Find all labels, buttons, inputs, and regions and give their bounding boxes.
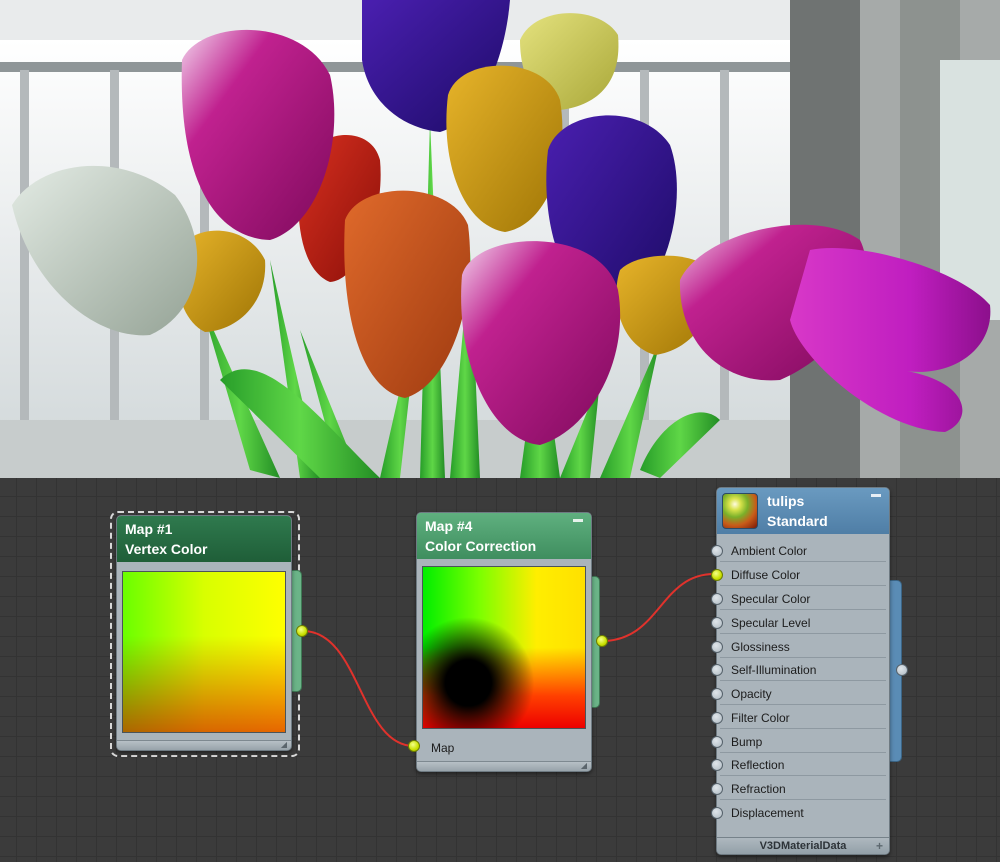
tulip-render — [0, 0, 1000, 478]
node-title: tulips — [767, 493, 805, 509]
node-header[interactable]: Map #1 Vertex Color — [117, 516, 291, 562]
input-socket[interactable] — [711, 783, 723, 795]
node-header[interactable]: Map #4 Color Correction — [417, 513, 591, 559]
input-socket[interactable] — [711, 807, 723, 819]
slate-material-editor[interactable]: Map #1 Vertex Color ◢ Map #4 Color Corre… — [0, 478, 1000, 862]
node-subtitle: Vertex Color — [125, 541, 208, 557]
node-title: Map #1 — [125, 521, 173, 537]
slot-glossiness[interactable]: Glossiness — [711, 636, 886, 658]
slot-bump[interactable]: Bump — [711, 731, 886, 753]
map-preview — [422, 566, 586, 729]
input-socket[interactable] — [711, 664, 723, 676]
input-socket[interactable] — [711, 712, 723, 724]
minimize-icon[interactable] — [573, 519, 583, 522]
slot-filter-color[interactable]: Filter Color — [711, 707, 886, 729]
node-vertex-color[interactable]: Map #1 Vertex Color ◢ — [116, 515, 292, 751]
plus-icon[interactable]: + — [876, 838, 883, 854]
slot-refraction[interactable]: Refraction — [711, 778, 886, 800]
node-header[interactable]: tulips Standard — [717, 488, 889, 534]
slot-self-illumination[interactable]: Self-Illumination — [711, 659, 886, 681]
input-label: Map — [431, 741, 455, 755]
node-color-correction[interactable]: Map #4 Color Correction Map ◢ — [416, 512, 592, 772]
resize-grip-icon[interactable]: ◢ — [581, 762, 587, 770]
slot-displacement[interactable]: Displacement — [711, 802, 886, 824]
input-socket[interactable] — [711, 617, 723, 629]
node-footer[interactable]: V3DMaterialData + — [717, 837, 889, 854]
slot-reflection[interactable]: Reflection — [711, 754, 886, 776]
output-socket[interactable] — [896, 664, 908, 676]
node-title: Map #4 — [425, 518, 473, 534]
minimize-icon[interactable] — [871, 494, 881, 497]
output-socket[interactable] — [296, 625, 308, 637]
input-socket[interactable] — [711, 569, 723, 581]
slot-ambient-color[interactable]: Ambient Color — [711, 540, 886, 562]
resize-grip-icon[interactable]: ◢ — [281, 741, 287, 749]
wire-map4-to-diffuse — [601, 573, 715, 642]
input-socket[interactable] — [711, 641, 723, 653]
slot-opacity[interactable]: Opacity — [711, 683, 886, 705]
input-socket[interactable] — [711, 545, 723, 557]
node-material-standard[interactable]: tulips Standard Ambient Color Diffuse Co… — [711, 487, 890, 855]
footer-label: V3DMaterialData — [759, 840, 847, 852]
input-socket[interactable] — [711, 759, 723, 771]
wire-map1-to-map4 — [302, 630, 415, 747]
node-footer: ◢ — [117, 740, 291, 750]
output-socket[interactable] — [596, 635, 608, 647]
input-socket[interactable] — [711, 593, 723, 605]
render-viewport[interactable] — [0, 0, 1000, 478]
input-socket[interactable] — [711, 688, 723, 700]
material-sphere-icon — [722, 493, 758, 529]
node-footer: ◢ — [417, 761, 591, 771]
input-socket[interactable] — [711, 736, 723, 748]
node-subtitle: Standard — [767, 513, 828, 529]
node-subtitle: Color Correction — [425, 538, 537, 554]
slot-specular-level[interactable]: Specular Level — [711, 612, 886, 634]
map-preview — [122, 571, 286, 733]
slot-specular-color[interactable]: Specular Color — [711, 588, 886, 610]
input-socket-map[interactable] — [408, 740, 420, 752]
slot-diffuse-color[interactable]: Diffuse Color — [711, 564, 886, 586]
